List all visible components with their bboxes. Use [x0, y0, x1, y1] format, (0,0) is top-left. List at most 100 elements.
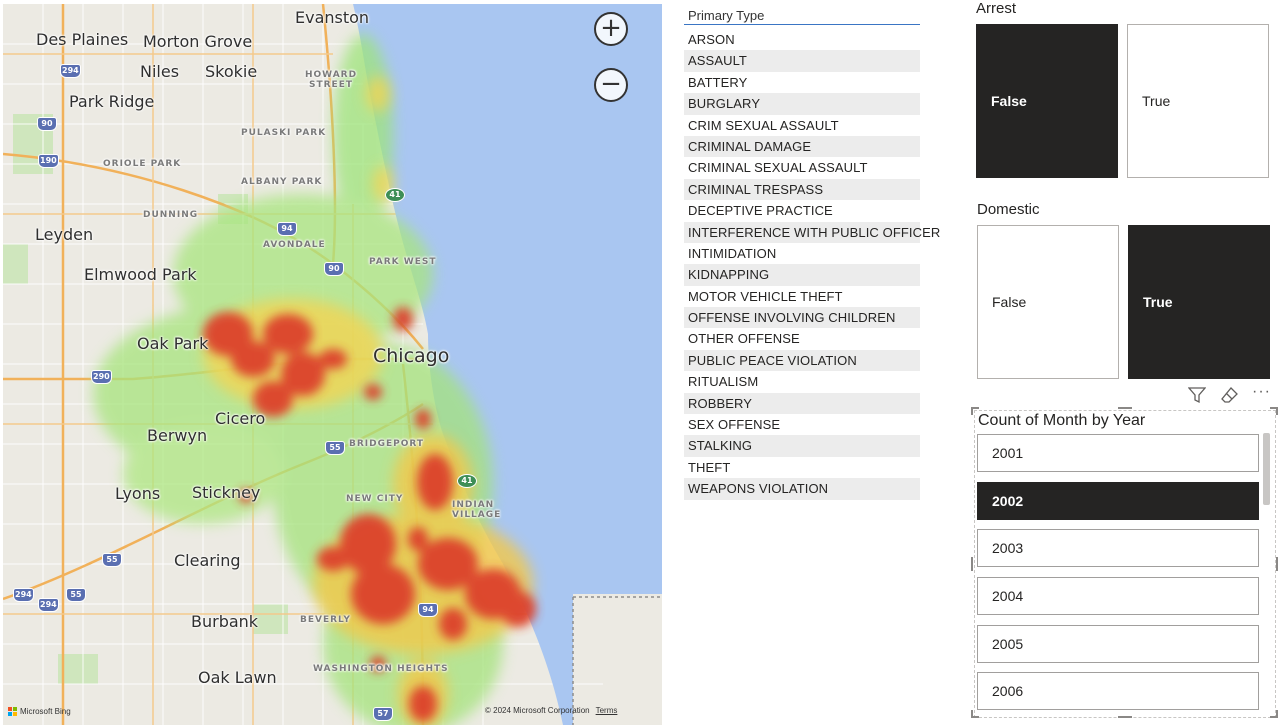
primary-type-item[interactable]: BATTERY [684, 72, 920, 93]
primary-type-item[interactable]: PUBLIC PEACE VIOLATION [684, 349, 920, 372]
place-skokie: Skokie [205, 62, 258, 81]
primary-type-list: ARSON ASSAULT BATTERY BURGLARY CRIM SEXUAL A… [684, 25, 940, 500]
arrest-title: Arrest [976, 0, 1017, 17]
primary-type-slicer: Primary Type ARSON ASSAULT BATTERY BURGLARY… [684, 0, 940, 500]
resize-handle-bottom[interactable] [1118, 716, 1132, 718]
highway-shield-icon: 41 [457, 474, 477, 488]
microsoft-logo-icon [8, 707, 17, 716]
place-lyons: Lyons [115, 484, 161, 503]
primary-type-item[interactable]: WEAPONS VIOLATION [684, 478, 920, 500]
resize-handle-tr-v[interactable] [1276, 407, 1278, 415]
primary-type-item[interactable]: DECEPTIVE PRACTICE [684, 200, 920, 221]
highway-shield-icon: 55 [102, 553, 122, 567]
highway-shield-icon: 294 [60, 64, 81, 78]
primary-type-item[interactable]: ASSAULT [684, 50, 920, 72]
place-chicago: Chicago [373, 345, 450, 367]
zoom-in-button[interactable]: + [594, 12, 628, 46]
place-morton-grove: Morton Grove [143, 32, 253, 51]
place-dunning: DUNNING [143, 210, 199, 220]
primary-type-item[interactable]: ARSON [684, 29, 920, 50]
primary-type-item[interactable]: CRIMINAL DAMAGE [684, 135, 920, 158]
resize-handle-bl[interactable] [971, 716, 979, 718]
place-indian-village: INDIAN VILLAGE [452, 500, 502, 520]
arrest-option-true[interactable]: True [1127, 24, 1269, 178]
bing-logo: Microsoft Bing [8, 707, 71, 716]
place-oak-park: Oak Park [137, 334, 209, 353]
year-item-2002[interactable]: 2002 [977, 482, 1259, 520]
primary-type-item[interactable]: KIDNAPPING [684, 264, 920, 286]
primary-type-item[interactable]: SEX OFFENSE [684, 414, 920, 435]
domestic-title: Domestic [977, 201, 1040, 218]
primary-type-item[interactable]: INTIMIDATION [684, 243, 920, 264]
place-albany-park: ALBANY PARK [241, 177, 323, 187]
year-item-2005[interactable]: 2005 [977, 625, 1259, 663]
domestic-option-label: True [1143, 294, 1173, 310]
highway-shield-icon: 94 [418, 603, 438, 617]
primary-type-item[interactable]: THEFT [684, 457, 920, 478]
domestic-option-label: False [992, 294, 1027, 310]
place-new-city: NEW CITY [346, 494, 404, 504]
minus-icon: − [600, 69, 622, 99]
resize-handle-tl-v[interactable] [971, 407, 973, 415]
place-clearing: Clearing [174, 551, 241, 570]
highway-shield-icon: 55 [66, 588, 86, 602]
place-elmwood-park: Elmwood Park [84, 265, 197, 284]
heat-map[interactable]: Evanston Des Plaines Morton Grove Niles … [3, 4, 662, 725]
more-options-icon[interactable]: ··· [1252, 383, 1271, 401]
eraser-icon[interactable] [1220, 386, 1239, 404]
highway-shield-icon: 90 [324, 262, 344, 276]
primary-type-header: Primary Type [684, 0, 920, 25]
primary-type-item[interactable]: MOTOR VEHICLE THEFT [684, 286, 920, 307]
filter-icon[interactable] [1188, 386, 1206, 404]
place-washington-heights: WASHINGTON HEIGHTS [313, 664, 449, 674]
terms-link[interactable]: Terms [596, 706, 618, 715]
highway-shield-icon: 55 [325, 441, 345, 455]
place-evanston: Evanston [295, 8, 370, 27]
zoom-out-button[interactable]: − [594, 68, 628, 102]
year-item-2004[interactable]: 2004 [977, 577, 1259, 615]
place-oriole-park: ORIOLE PARK [103, 159, 182, 169]
primary-type-item[interactable]: CRIMINAL SEXUAL ASSAULT [684, 157, 920, 178]
highway-shield-icon: 190 [38, 154, 59, 168]
domestic-option-true[interactable]: True [1128, 225, 1270, 379]
place-stickney: Stickney [192, 483, 261, 502]
highway-shield-icon: 90 [37, 117, 57, 131]
domestic-option-false[interactable]: False [977, 225, 1119, 379]
year-item-2001[interactable]: 2001 [977, 434, 1259, 472]
highway-shield-icon: 94 [277, 222, 297, 236]
primary-type-item[interactable]: BURGLARY [684, 93, 920, 115]
primary-type-item[interactable]: RITUALISM [684, 371, 920, 392]
year-item-2003[interactable]: 2003 [977, 529, 1259, 567]
arrest-option-false[interactable]: False [976, 24, 1118, 178]
plus-icon: + [600, 13, 622, 43]
place-park-ridge: Park Ridge [69, 92, 155, 111]
place-des-plaines: Des Plaines [36, 30, 129, 49]
primary-type-item[interactable]: CRIM SEXUAL ASSAULT [684, 115, 920, 136]
highway-shield-icon: 294 [13, 588, 34, 602]
place-oak-lawn: Oak Lawn [198, 668, 277, 687]
resize-handle-right[interactable] [1276, 557, 1278, 571]
map-attribution: © 2024 Microsoft Corporation Terms [485, 706, 617, 715]
primary-type-item[interactable]: ROBBERY [684, 392, 920, 415]
primary-type-item[interactable]: OTHER OFFENSE [684, 328, 920, 349]
place-berwyn: Berwyn [147, 426, 208, 445]
place-leyden: Leyden [35, 225, 94, 244]
arrest-option-label: True [1142, 93, 1171, 109]
resize-handle-br-v[interactable] [1276, 710, 1278, 718]
place-beverly: BEVERLY [300, 615, 351, 625]
primary-type-item[interactable]: STALKING [684, 435, 920, 457]
place-burbank: Burbank [191, 612, 259, 631]
copyright-text: © 2024 Microsoft Corporation [485, 706, 590, 715]
place-howard-street: HOWARD STREET [305, 70, 358, 90]
arrest-option-label: False [991, 93, 1027, 109]
resize-handle-top[interactable] [1118, 407, 1132, 409]
place-avondale: AVONDALE [263, 240, 326, 250]
primary-type-item[interactable]: CRIMINAL TRESPASS [684, 178, 920, 201]
year-scrollbar[interactable] [1263, 433, 1270, 505]
place-cicero: Cicero [215, 409, 266, 428]
primary-type-item[interactable]: OFFENSE INVOLVING CHILDREN [684, 307, 920, 329]
year-item-2006[interactable]: 2006 [977, 672, 1259, 710]
resize-handle-left[interactable] [971, 557, 973, 571]
primary-type-item[interactable]: INTERFERENCE WITH PUBLIC OFFICER [684, 221, 940, 243]
place-park-west: PARK WEST [369, 257, 437, 267]
